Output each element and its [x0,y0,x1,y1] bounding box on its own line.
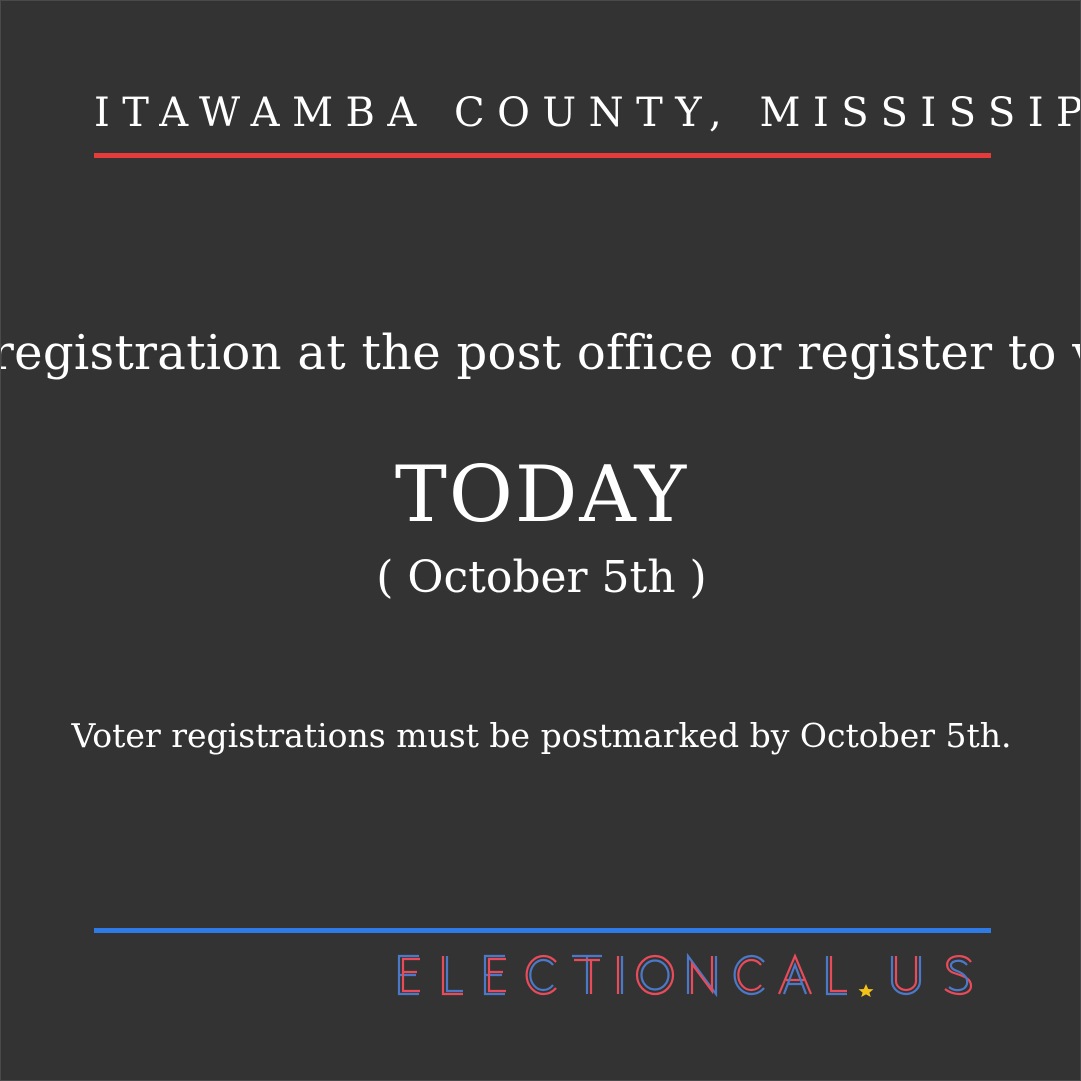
county-title: ITAWAMBA COUNTY, MISSISSIPPI [94,90,1081,136]
logo-letter-e1 [397,954,420,996]
logo-letter-l [441,956,463,996]
headline-text: Mail in voter registration at the post o… [0,325,1080,381]
today-emphasis: TODAY [394,450,689,540]
electioncal-logo-graphic [397,953,973,997]
title-underline [94,153,991,158]
logo-letter-o [635,954,675,996]
logo-letter-u [890,956,922,996]
logo-letter-e2 [483,954,506,996]
logo-letter-c1 [525,954,557,996]
logo-letter-l2 [825,956,847,996]
logo-letter-i [616,956,624,994]
logo-letter-t [572,954,602,994]
electioncal-logo [395,953,989,997]
election-reminder-card: ITAWAMBA COUNTY, MISSISSIPPI Mail in vot… [0,0,1081,1081]
logo-letter-a [777,953,813,995]
star-icon [858,984,874,997]
postmark-note: Voter registrations must be postmarked b… [71,716,1012,755]
logo-letter-c2 [733,954,765,996]
footer-divider [94,928,991,933]
logo-letter-n [686,953,718,997]
deadline-date: ( October 5th ) [376,552,707,603]
logo-letter-s [944,954,973,996]
